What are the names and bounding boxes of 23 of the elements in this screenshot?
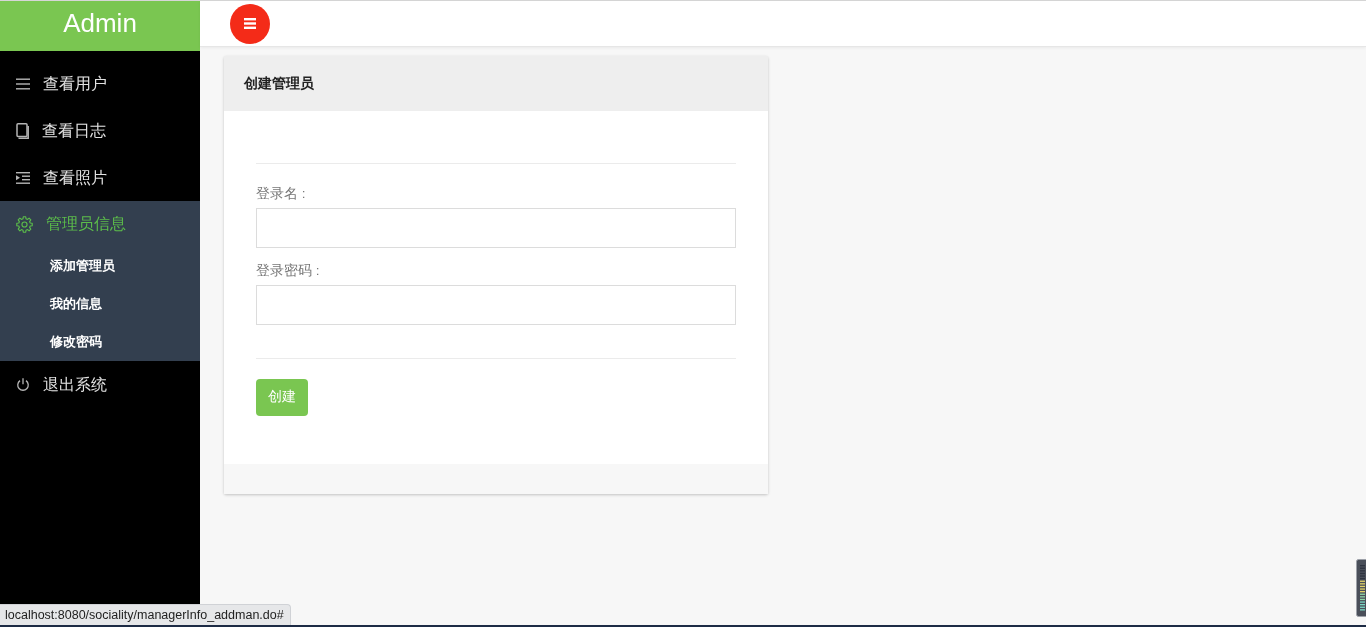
submenu-item[interactable]: 添加管理员 xyxy=(0,247,200,285)
input-field[interactable] xyxy=(256,208,736,248)
sidebar-item[interactable]: 管理员信息 xyxy=(0,201,200,247)
field-label: 登录名 : xyxy=(256,185,307,202)
menu-button[interactable] xyxy=(230,3,270,44)
list-icon xyxy=(16,77,30,90)
indent-list-icon xyxy=(16,171,30,184)
status-url: localhost:8080/sociality/managerInfo_addman.do# xyxy=(0,604,291,625)
sidebar-item[interactable]: 查看照片 xyxy=(0,154,200,201)
power-icon xyxy=(16,377,30,392)
sidebar-item[interactable]: 查看用户 xyxy=(0,60,200,107)
sidebar-item[interactable]: 退出系统 xyxy=(0,361,200,408)
book-icon xyxy=(16,122,29,139)
field-label: 登录密码 : xyxy=(256,262,321,279)
sidebar-item[interactable]: 查看日志 xyxy=(0,107,200,154)
brand-title: Admin xyxy=(0,1,200,51)
card-title: 创建管理员 xyxy=(244,74,314,93)
submenu-item[interactable]: 我的信息 xyxy=(0,285,200,323)
level-meter-icon xyxy=(1356,559,1366,617)
gear-icon xyxy=(16,215,33,233)
submenu-item[interactable]: 修改密码 xyxy=(0,323,200,361)
input-field[interactable] xyxy=(256,285,736,325)
menu-icon xyxy=(244,18,256,29)
